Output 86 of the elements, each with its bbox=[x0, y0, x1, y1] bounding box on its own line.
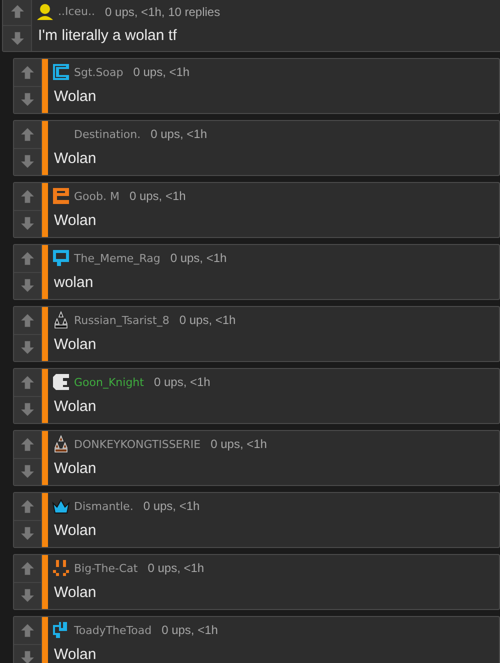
down-arrow-icon bbox=[20, 526, 35, 542]
reply-indicator bbox=[42, 183, 48, 237]
upvote-button[interactable] bbox=[3, 0, 31, 26]
username-link[interactable]: Russian_Tsarist_8 bbox=[74, 314, 170, 326]
downvote-button[interactable] bbox=[14, 334, 41, 361]
comment-text: Wolan bbox=[53, 583, 98, 603]
upvote-button[interactable] bbox=[14, 617, 41, 644]
username-link[interactable]: The_Meme_Rag bbox=[74, 252, 160, 264]
up-arrow-icon bbox=[20, 622, 35, 638]
up-arrow-icon bbox=[20, 374, 35, 390]
up-arrow-icon bbox=[20, 436, 35, 452]
upvote-button[interactable] bbox=[14, 183, 41, 210]
down-arrow-icon bbox=[20, 588, 35, 604]
upvote-button[interactable] bbox=[14, 59, 41, 86]
comment-meta: 0 ups, <1h bbox=[150, 127, 208, 141]
up-arrow-icon bbox=[20, 250, 35, 266]
upvote-button[interactable] bbox=[14, 121, 41, 148]
downvote-button[interactable] bbox=[3, 26, 31, 51]
comment-text: Wolan bbox=[53, 645, 98, 663]
down-arrow-icon bbox=[20, 92, 35, 108]
comment-meta: 0 ups, <1h bbox=[179, 313, 236, 327]
downvote-button[interactable] bbox=[14, 458, 41, 485]
comment-meta: 0 ups, <1h bbox=[162, 623, 218, 637]
up-arrow-icon bbox=[20, 312, 35, 328]
up-arrow-icon bbox=[20, 560, 35, 576]
downvote-button[interactable] bbox=[14, 520, 41, 547]
up-arrow-icon bbox=[20, 126, 35, 142]
reply-indicator bbox=[42, 245, 48, 299]
down-arrow-icon bbox=[10, 30, 24, 46]
reply-indicator bbox=[42, 307, 48, 361]
comment-meta: 0 ups, <1h bbox=[129, 189, 186, 203]
comment-text: I'm literally a wolan tf bbox=[37, 26, 178, 46]
down-arrow-icon bbox=[20, 340, 35, 356]
comment-text: Wolan bbox=[53, 87, 98, 107]
down-arrow-icon bbox=[20, 464, 35, 480]
up-arrow-icon bbox=[20, 498, 35, 514]
username-link[interactable]: Big-The-Cat bbox=[74, 562, 138, 574]
downvote-button[interactable] bbox=[14, 148, 41, 175]
up-arrow-icon bbox=[20, 188, 35, 204]
comment-meta: 0 ups, <1h bbox=[154, 375, 210, 389]
upvote-button[interactable] bbox=[14, 555, 41, 582]
comment-meta: 0 ups, <1h bbox=[148, 561, 204, 575]
reply-indicator bbox=[42, 617, 48, 663]
comment-text: Wolan bbox=[53, 521, 98, 541]
username-link[interactable]: Goob. M bbox=[74, 190, 120, 202]
downvote-button[interactable] bbox=[14, 210, 41, 237]
reply-indicator bbox=[42, 555, 48, 609]
upvote-button[interactable] bbox=[14, 369, 41, 396]
down-arrow-icon bbox=[20, 154, 35, 170]
comment-meta: 0 ups, <1h bbox=[133, 65, 190, 79]
upvote-button[interactable] bbox=[14, 493, 41, 520]
username-link[interactable]: Goon_Knight bbox=[74, 376, 144, 388]
down-arrow-icon bbox=[20, 650, 35, 663]
comment-text: Wolan bbox=[53, 211, 98, 231]
comment-text: Wolan bbox=[53, 459, 98, 479]
comment-text: Wolan bbox=[53, 149, 98, 169]
comment-meta: 0 ups, <1h bbox=[143, 499, 200, 513]
down-arrow-icon bbox=[20, 216, 35, 232]
up-arrow-icon bbox=[20, 64, 35, 80]
comment-text: wolan bbox=[53, 273, 94, 293]
upvote-button[interactable] bbox=[14, 307, 41, 334]
comment-text: Wolan bbox=[53, 397, 98, 417]
username-link[interactable]: DONKEYKONGTISSERIE bbox=[74, 438, 201, 450]
downvote-button[interactable] bbox=[14, 272, 41, 299]
reply-indicator bbox=[42, 431, 48, 485]
username-link[interactable]: ..Iceu.. bbox=[58, 5, 96, 18]
comment-text: Wolan bbox=[53, 335, 98, 355]
username-link[interactable]: Sgt.Soap bbox=[74, 66, 124, 78]
downvote-button[interactable] bbox=[14, 396, 41, 423]
comment-meta: 0 ups, <1h bbox=[170, 251, 227, 265]
downvote-button[interactable] bbox=[14, 86, 41, 113]
upvote-button[interactable] bbox=[14, 245, 41, 272]
username-link[interactable]: Destination. bbox=[74, 128, 141, 140]
reply-indicator bbox=[42, 121, 48, 175]
username-link[interactable]: ToadyTheToad bbox=[74, 624, 152, 636]
comment-meta: 0 ups, <1h bbox=[210, 437, 267, 451]
down-arrow-icon bbox=[20, 402, 35, 418]
reply-indicator bbox=[42, 493, 48, 547]
downvote-button[interactable] bbox=[14, 582, 41, 609]
up-arrow-icon bbox=[10, 4, 24, 20]
upvote-button[interactable] bbox=[14, 431, 41, 458]
reply-indicator bbox=[42, 369, 48, 423]
down-arrow-icon bbox=[20, 278, 35, 294]
reply-indicator bbox=[42, 59, 48, 113]
username-link[interactable]: Dismantle. bbox=[74, 500, 134, 512]
comment-meta: 0 ups, <1h, 10 replies bbox=[105, 4, 220, 19]
